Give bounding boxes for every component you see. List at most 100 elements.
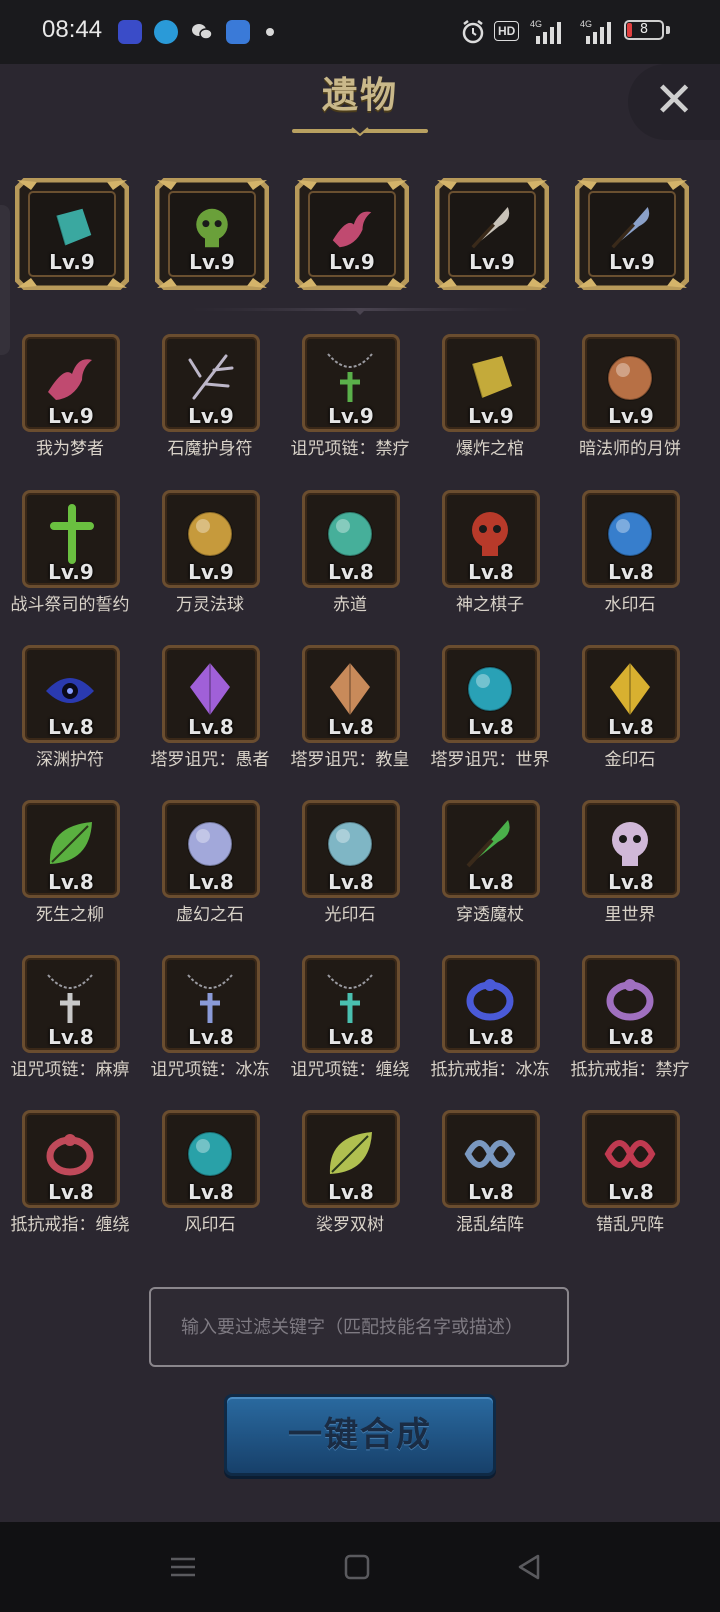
relic-item[interactable]: Lv.8 风印石	[140, 1110, 280, 1250]
chess-piece-icon	[472, 512, 508, 556]
chaos-array-icon	[464, 1140, 516, 1168]
relic-name: 万灵法球	[176, 595, 244, 615]
relic-item[interactable]: Lv.9 我为梦者	[0, 334, 140, 474]
level-label: Lv.8	[608, 560, 654, 584]
wind-stone-icon	[187, 1131, 233, 1177]
level-label: Lv.8	[468, 1025, 514, 1049]
relic-name: 我为梦者	[36, 439, 104, 459]
leaf-icon	[329, 1132, 372, 1174]
relic-item[interactable]: Lv.8 诅咒项链：缠绕	[280, 955, 420, 1095]
relic-name: 塔罗诅咒：世界	[430, 750, 550, 770]
relic-name: 战斗祭司的誓约	[10, 595, 130, 615]
section-divider	[190, 308, 530, 315]
equipped-slot[interactable]: Lv.9	[295, 178, 409, 290]
wand-icon	[466, 820, 510, 868]
level-label: Lv.9	[468, 404, 514, 428]
illusion-stone-icon	[187, 821, 233, 867]
coffin-icon	[471, 356, 512, 399]
relic-item[interactable]: Lv.8 错乱咒阵	[560, 1110, 700, 1250]
relic-item[interactable]: Lv.9 战斗祭司的誓约	[0, 490, 140, 630]
level-label: Lv.8	[608, 715, 654, 739]
battery-icon: 8	[624, 20, 664, 40]
relic-item[interactable]: Lv.8 赤道	[280, 490, 420, 630]
relic-item[interactable]: Lv.8 死生之柳	[0, 800, 140, 940]
title-ornament	[292, 127, 428, 136]
level-label: Lv.8	[328, 1180, 374, 1204]
level-label: Lv.9	[189, 250, 235, 274]
relic-item[interactable]: Lv.8 抵抗戒指：禁疗	[560, 955, 700, 1095]
merge-all-button[interactable]: 一键合成	[224, 1394, 496, 1476]
relic-item[interactable]: Lv.8 深渊护符	[0, 645, 140, 785]
merge-all-label: 一键合成	[288, 1415, 432, 1455]
relic-item[interactable]: Lv.8 裟罗双树	[280, 1110, 420, 1250]
relic-item[interactable]: Lv.8 塔罗诅咒：世界	[420, 645, 560, 785]
ice-necklace-icon	[187, 974, 233, 1023]
scythe-relic-icon	[611, 207, 650, 249]
relic-name: 错乱咒阵	[596, 1215, 664, 1235]
relic-name: 暗法师的月饼	[579, 439, 681, 459]
relic-item[interactable]: Lv.9 爆炸之棺	[420, 334, 560, 474]
equipped-slot[interactable]: Lv.9	[575, 178, 689, 290]
level-label: Lv.8	[188, 715, 234, 739]
red-ring-icon	[46, 1134, 94, 1176]
relic-item[interactable]: Lv.8 塔罗诅咒：愚者	[140, 645, 280, 785]
level-label: Lv.9	[608, 404, 654, 428]
relic-item[interactable]: Lv.8 塔罗诅咒：教皇	[280, 645, 420, 785]
level-label: Lv.8	[608, 1180, 654, 1204]
relic-item[interactable]: Lv.9 暗法师的月饼	[560, 334, 700, 474]
relic-name: 抵抗戒指：缠绕	[10, 1215, 130, 1235]
relic-item[interactable]: Lv.8 抵抗戒指：冰冻	[420, 955, 560, 1095]
skull-icon	[612, 822, 648, 866]
relic-item[interactable]: Lv.8 光印石	[280, 800, 420, 940]
world-orb-icon	[467, 666, 513, 712]
relic-item[interactable]: Lv.8 金印石	[560, 645, 700, 785]
relic-name: 里世界	[604, 905, 656, 925]
relic-name: 水印石	[604, 595, 656, 615]
relic-item[interactable]: Lv.8 混乱结阵	[420, 1110, 560, 1250]
status-bar: 08:44 HD 4G 4G 8	[0, 0, 720, 64]
more-notifications-icon	[266, 28, 274, 36]
back-icon[interactable]	[514, 1552, 544, 1582]
close-button[interactable]: ✕	[628, 64, 720, 140]
close-icon: ✕	[654, 72, 695, 128]
system-nav-bar	[0, 1522, 720, 1612]
equipped-slot[interactable]: Lv.9	[435, 178, 549, 290]
level-label: Lv.8	[48, 715, 94, 739]
relic-item[interactable]: Lv.8 诅咒项链：冰冻	[140, 955, 280, 1095]
level-label: Lv.8	[188, 1180, 234, 1204]
gold-crystal-icon	[610, 663, 650, 715]
light-stone-icon	[327, 821, 373, 867]
page-title: 遗物	[321, 75, 398, 116]
relic-name: 风印石	[184, 1215, 236, 1235]
level-label: Lv.8	[608, 1025, 654, 1049]
level-label: Lv.9	[329, 250, 375, 274]
relic-item[interactable]: Lv.8 虚幻之石	[140, 800, 280, 940]
relic-item[interactable]: Lv.9 诅咒项链：禁疗	[280, 334, 420, 474]
relic-name: 虚幻之石	[176, 905, 244, 925]
equipped-slot[interactable]: Lv.9	[155, 178, 269, 290]
goblin-head-icon	[196, 208, 228, 248]
relic-item[interactable]: Lv.8 里世界	[560, 800, 700, 940]
relic-name: 光印石	[324, 905, 376, 925]
relic-name: 裟罗双树	[316, 1215, 384, 1235]
relic-item[interactable]: Lv.8 抵抗戒指：缠绕	[0, 1110, 140, 1250]
relic-item[interactable]: Lv.8 神之棋子	[420, 490, 560, 630]
relic-name: 诅咒项链：缠绕	[290, 1060, 410, 1080]
home-icon[interactable]	[342, 1552, 372, 1582]
relic-name: 诅咒项链：冰冻	[150, 1060, 270, 1080]
menu-icon[interactable]	[168, 1552, 198, 1582]
relic-item[interactable]: Lv.9 石魔护身符	[140, 334, 280, 474]
side-drawer-handle[interactable]	[0, 205, 10, 355]
relic-name: 混乱结阵	[456, 1215, 524, 1235]
relic-item[interactable]: Lv.9 万灵法球	[140, 490, 280, 630]
level-label: Lv.9	[49, 250, 95, 274]
relic-item[interactable]: Lv.8 诅咒项链：麻痹	[0, 955, 140, 1095]
filter-input[interactable]	[151, 1289, 567, 1365]
relic-name: 赤道	[333, 595, 367, 615]
filter-box	[149, 1287, 569, 1367]
relic-item[interactable]: Lv.8 穿透魔杖	[420, 800, 560, 940]
relic-item[interactable]: Lv.8 水印石	[560, 490, 700, 630]
signal-icon: 4G	[530, 19, 561, 44]
level-label: Lv.8	[468, 870, 514, 894]
equipped-slot[interactable]: Lv.9	[15, 178, 129, 290]
